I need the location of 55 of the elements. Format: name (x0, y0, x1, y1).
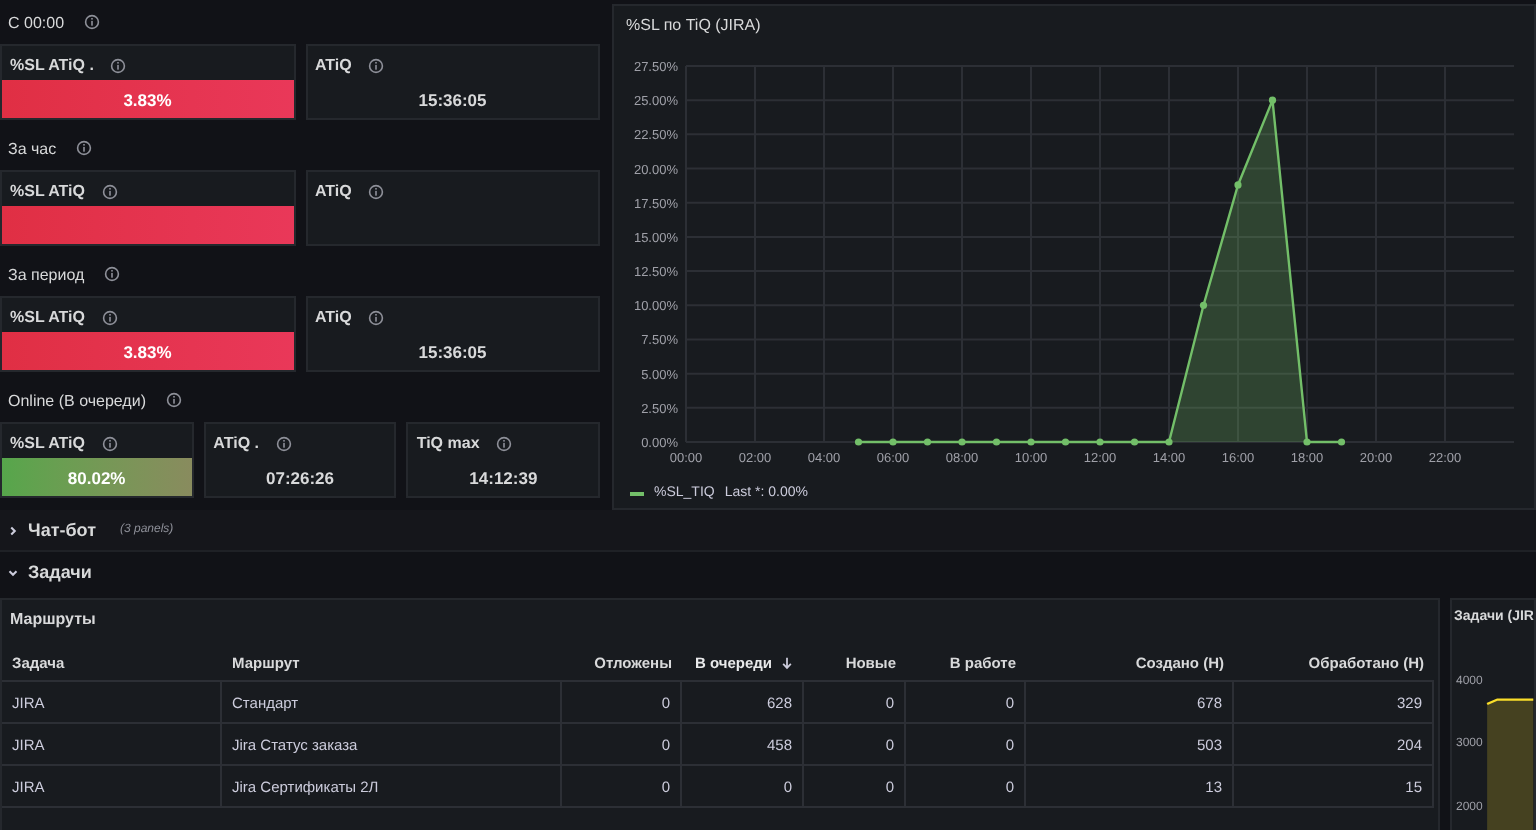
stat-value: 07:26:26 (265, 467, 335, 487)
info-icon[interactable] (101, 183, 117, 199)
point (1234, 181, 1242, 189)
point (1337, 438, 1346, 446)
info-icon[interactable] (76, 140, 93, 156)
panel-title: %SL ATiQ (10, 434, 85, 452)
point (1165, 438, 1173, 446)
info-icon[interactable] (165, 392, 182, 408)
group-title: Online (В очереди) (8, 391, 146, 409)
point (958, 438, 966, 446)
panel-title: ATiQ . (213, 434, 259, 452)
info-icon[interactable] (495, 435, 512, 451)
chevron-down-icon[interactable] (6, 565, 20, 579)
info-icon[interactable] (275, 435, 291, 451)
info-icon[interactable] (101, 309, 117, 325)
panel-title: TiQ max (416, 434, 480, 452)
stat-value: 14:12:39 (469, 467, 538, 487)
info-icon[interactable] (101, 435, 117, 451)
point (889, 438, 897, 446)
info-icon[interactable] (367, 183, 384, 199)
point (992, 438, 1001, 446)
stat-value: 3.83% (123, 341, 172, 361)
info-icon[interactable] (84, 14, 101, 30)
panel-title: ATiQ (315, 182, 352, 200)
panel-title: ATiQ (315, 56, 352, 74)
panel-title: %SL по TiQ (JIRA) (624, 14, 763, 34)
group-title: За час (8, 139, 57, 157)
sort-arrow-icon[interactable] (780, 656, 794, 670)
panel-title: ATiQ (315, 308, 352, 326)
point (1130, 438, 1139, 446)
stat-value: 3.83% (123, 89, 172, 109)
panel-title: %SL ATiQ . (10, 56, 94, 74)
chevron-right-icon[interactable] (6, 523, 20, 537)
point (1027, 438, 1035, 446)
info-icon[interactable] (367, 57, 384, 73)
point (1303, 438, 1311, 446)
stat-value: 80.02% (67, 467, 126, 487)
panel-title: Маршруты (8, 608, 98, 632)
info-icon[interactable] (367, 309, 384, 325)
row-title[interactable]: Задачи (28, 562, 92, 582)
point (1199, 301, 1208, 309)
point (1268, 96, 1277, 104)
point (1096, 438, 1104, 446)
point (1061, 438, 1070, 446)
row-title[interactable]: Чат-бот (28, 520, 96, 540)
panel-title: %SL ATiQ (10, 182, 85, 200)
stat-value: 15:36:05 (418, 89, 487, 109)
stat-value: 15:36:05 (418, 341, 487, 361)
group-title: С 00:00 (8, 13, 65, 31)
panel-title: %SL ATiQ (10, 308, 85, 326)
point (923, 438, 932, 446)
group-title: За период (8, 265, 85, 283)
point (854, 438, 863, 446)
info-icon[interactable] (104, 266, 121, 282)
info-icon[interactable] (109, 57, 126, 73)
